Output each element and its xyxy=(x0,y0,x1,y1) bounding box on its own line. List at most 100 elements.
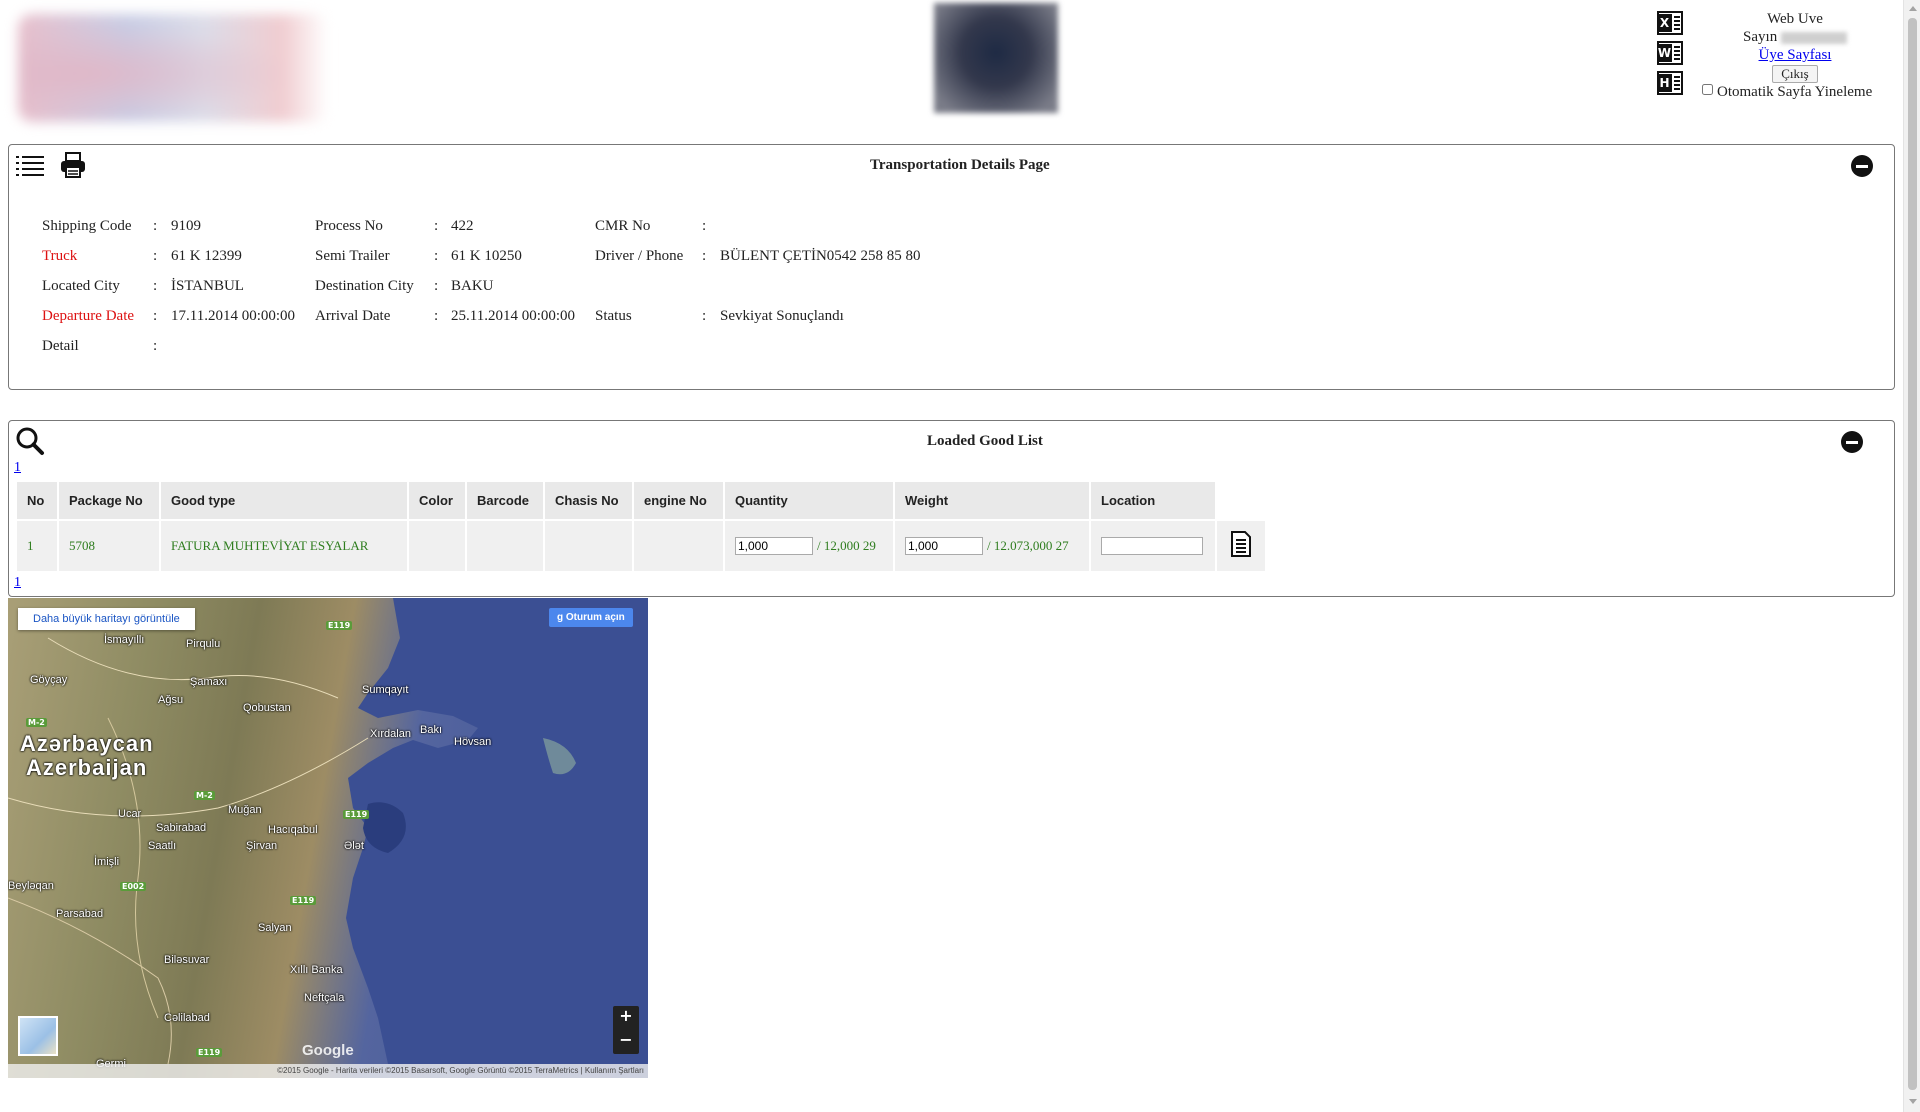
driver-phone-label: Driver / Phone xyxy=(595,248,684,264)
map-place: Hacıqabul xyxy=(268,824,318,836)
departure-date-label: Departure Date xyxy=(42,308,135,324)
map-terrain xyxy=(8,598,648,1065)
map-type-toggle[interactable] xyxy=(18,1016,58,1056)
user-name-redacted xyxy=(1780,31,1847,44)
map-place: Xırdalan xyxy=(370,728,411,740)
road-marker: M-2 xyxy=(26,718,47,727)
map-place: Ağsu xyxy=(158,694,184,706)
list-icon[interactable] xyxy=(16,155,44,177)
map-place: Muğan xyxy=(228,804,262,816)
road-marker: E119 xyxy=(343,810,370,819)
column-header-actions xyxy=(1217,482,1265,519)
map-country: Azerbaijan xyxy=(26,755,148,780)
road-marker: E119 xyxy=(326,621,353,630)
google-map[interactable]: Azərbaycan Azerbaijan İsmayıllı Pirqulu … xyxy=(8,598,648,1078)
location-input[interactable] xyxy=(1101,537,1203,555)
column-header: No xyxy=(17,482,57,519)
road-marker: E119 xyxy=(196,1048,223,1057)
scroll-thumb[interactable] xyxy=(1908,18,1917,1090)
print-icon[interactable] xyxy=(59,151,87,179)
shipping-code-value: 9109 xyxy=(171,218,201,234)
separator: : xyxy=(702,218,707,234)
map-place: Ələt xyxy=(344,840,364,852)
arrival-date-value: 25.11.2014 00:00:00 xyxy=(451,308,576,324)
google-plus-icon: g xyxy=(557,612,566,623)
weight-total: / 12.073,000 27 xyxy=(987,538,1069,553)
document-list-icon[interactable] xyxy=(1230,530,1252,558)
separator: : xyxy=(434,308,439,324)
row-no: 1 xyxy=(17,521,57,571)
map-place: Xıllı Banka xyxy=(290,964,343,976)
excel-icon[interactable]: X xyxy=(1657,11,1683,35)
auto-refresh-checkbox[interactable] xyxy=(1702,84,1713,95)
map-place: İsmayıllı xyxy=(104,634,145,646)
map-place: Sumqayıt xyxy=(362,684,409,696)
map-place: Şirvan xyxy=(246,840,278,852)
located-city-label: Located City xyxy=(42,278,120,294)
scroll-down-arrow[interactable] xyxy=(1909,1099,1917,1104)
road-marker: M-2 xyxy=(194,791,215,800)
pagination-link-bottom[interactable]: 1 xyxy=(14,575,21,591)
column-header: Weight xyxy=(895,482,1089,519)
destination-city-label: Destination City xyxy=(315,278,414,294)
auto-refresh-label: Otomatik Sayfa Yineleme xyxy=(1717,84,1873,100)
goods-table: No Package No Good type Color Barcode Ch… xyxy=(15,480,1267,573)
search-icon[interactable] xyxy=(15,426,45,456)
separator: : xyxy=(434,278,439,294)
member-page-link[interactable]: Üye Sayfası xyxy=(1759,47,1832,63)
quantity-input[interactable] xyxy=(735,537,813,555)
table-header-row: No Package No Good type Color Barcode Ch… xyxy=(17,482,1265,519)
map-place: Ucar xyxy=(118,808,142,820)
greeting-label: Sayın xyxy=(1743,29,1778,45)
map-place: Pirqulu xyxy=(186,638,221,650)
row-color xyxy=(409,521,465,571)
loaded-good-list-panel: Loaded Good List 1 No Package No Good ty… xyxy=(8,420,1895,597)
google-logo: Google xyxy=(302,1042,354,1059)
map-place: Cəlilabad xyxy=(164,1012,210,1024)
pagination-link-top[interactable]: 1 xyxy=(14,460,21,476)
column-header: Package No xyxy=(59,482,159,519)
map-place: İmişli xyxy=(94,856,120,868)
html-icon[interactable]: H xyxy=(1657,71,1683,95)
map-place: Saatlı xyxy=(148,840,177,852)
column-header: Chasis No xyxy=(545,482,632,519)
collapse-goods-icon[interactable] xyxy=(1841,431,1863,453)
detail-label: Detail xyxy=(42,338,79,354)
row-weight: / 12.073,000 27 xyxy=(895,521,1089,571)
separator: : xyxy=(702,248,707,264)
separator: : xyxy=(153,278,158,294)
driver-phone-value: BÜLENT ÇETİN0542 258 85 80 xyxy=(720,248,921,264)
status-label: Status xyxy=(595,308,632,324)
row-location xyxy=(1091,521,1215,571)
process-no-value: 422 xyxy=(451,218,474,234)
map-place: Biləsuvar xyxy=(164,954,210,966)
row-quantity: / 12,000 29 xyxy=(725,521,893,571)
weight-input[interactable] xyxy=(905,537,983,555)
column-header: Quantity xyxy=(725,482,893,519)
collapse-details-icon[interactable] xyxy=(1851,155,1873,177)
map-place: Salyan xyxy=(258,922,292,934)
arrival-date-label: Arrival Date xyxy=(315,308,391,324)
logout-button[interactable]: Çıkış xyxy=(1772,65,1818,83)
row-barcode xyxy=(467,521,543,571)
table-row: 1 5708 FATURA MUHTEVİYAT ESYALAR / 12,00… xyxy=(17,521,1265,571)
map-signin-button[interactable]: g Oturum açın xyxy=(549,608,633,627)
truck-label: Truck xyxy=(42,248,78,264)
map-place: Bakı xyxy=(420,724,443,736)
truck-value: 61 K 12399 xyxy=(171,248,242,264)
separator: : xyxy=(434,248,439,264)
map-attribution[interactable]: ©2015 Google - Harita verileri ©2015 Bas… xyxy=(8,1064,648,1078)
zoom-in-button[interactable]: + xyxy=(613,1006,639,1030)
user-line: Web Uve xyxy=(1767,11,1823,27)
semi-trailer-label: Semi Trailer xyxy=(315,248,390,264)
greeting-line: Sayın xyxy=(1700,28,1890,46)
page-scrollbar[interactable] xyxy=(1903,0,1920,1112)
zoom-out-button[interactable]: − xyxy=(613,1030,639,1054)
departure-date-value: 17.11.2014 00:00:00 xyxy=(171,308,296,324)
map-place: Şamaxı xyxy=(190,676,228,688)
quantity-total: / 12,000 29 xyxy=(817,538,876,553)
scroll-up-arrow[interactable] xyxy=(1909,6,1917,11)
map-place: Neftçala xyxy=(304,992,345,1004)
word-icon[interactable]: W xyxy=(1657,41,1683,65)
view-larger-map-button[interactable]: Daha büyük haritayı görüntüle xyxy=(18,608,195,630)
